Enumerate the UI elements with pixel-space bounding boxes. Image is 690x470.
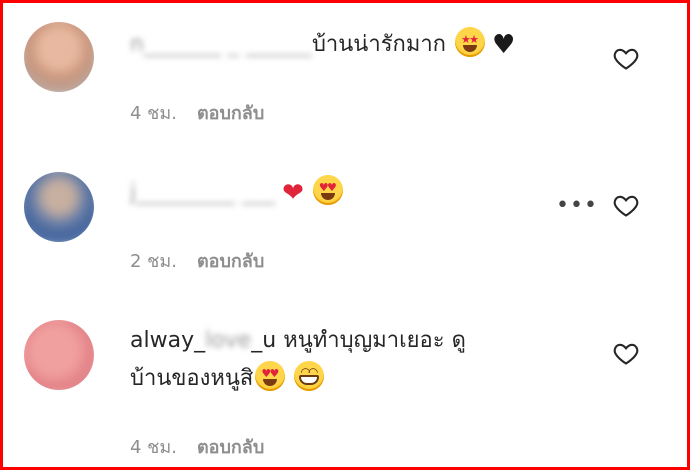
comment-meta: 4 ชม. ตอบกลับ (130, 432, 264, 461)
reply-button[interactable]: ตอบกลับ (197, 437, 264, 458)
heart-eyes-emoji-icon: ♥ ♥ (255, 361, 286, 391)
comment-text: j_________ ___ ❤ ♥ ♥ (130, 174, 343, 212)
like-heart-icon[interactable] (612, 44, 640, 72)
username[interactable]: n_______ _ ______ (130, 26, 312, 64)
star-struck-emoji-icon: ★ ★ (455, 27, 485, 57)
comment-text: n_______ _ ______บ้านน่ารักมาก ★ ★ ♥ (130, 26, 515, 64)
comment-meta: 2 ชม. ตอบกลับ (130, 246, 264, 275)
heart-eyes-emoji-icon: ♥ ♥ (312, 175, 343, 205)
more-options-icon[interactable]: ••• (556, 195, 598, 217)
black-heart-emoji-icon: ♥ (492, 30, 516, 60)
username[interactable]: j_________ ___ (130, 174, 275, 212)
avatar[interactable] (24, 172, 94, 242)
comment-body: บ้านน่ารักมาก (311, 32, 446, 57)
comment-text: alway_love_u หนูทำบุญมาเยอะ ดู บ้านของหน… (130, 322, 466, 398)
reply-button[interactable]: ตอบกลับ (197, 251, 264, 272)
red-border-frame (0, 0, 690, 470)
avatar[interactable] (24, 22, 94, 92)
username[interactable]: alway_love_u (130, 328, 276, 353)
avatar[interactable] (24, 320, 94, 390)
comment-body-line2: บ้านของหนูสิ (130, 366, 254, 391)
comment-body: หนูทำบุญมาเยอะ ดู (283, 328, 466, 353)
grinning-emoji-icon: ◠ ◠ (294, 361, 325, 391)
comment-meta: 4 ชม. ตอบกลับ (130, 98, 264, 127)
like-heart-icon[interactable] (612, 191, 640, 219)
timestamp: 2 ชม. (130, 251, 177, 272)
reply-button[interactable]: ตอบกลับ (197, 103, 264, 124)
timestamp: 4 ชม. (130, 103, 177, 124)
like-heart-icon[interactable] (612, 339, 640, 367)
red-heart-emoji-icon: ❤ (282, 178, 304, 208)
timestamp: 4 ชม. (130, 437, 177, 458)
